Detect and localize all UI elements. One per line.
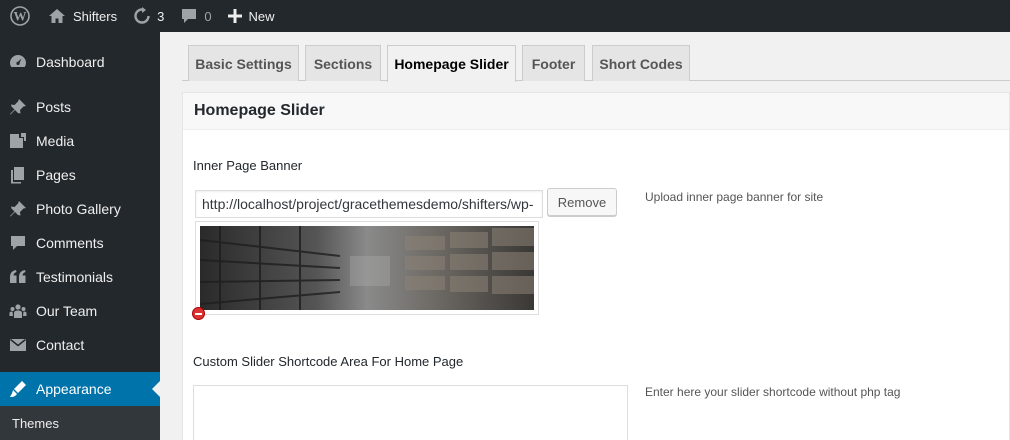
svg-text:W: W	[14, 9, 27, 24]
site-name: Shifters	[73, 8, 118, 24]
banner-image	[199, 226, 534, 310]
menu-label: Contact	[36, 337, 85, 353]
menu-testimonials[interactable]: Testimonials	[0, 260, 160, 294]
brush-icon	[0, 379, 36, 399]
menu-label: Dashboard	[36, 54, 105, 70]
pin-icon	[0, 97, 36, 117]
shortcode-textarea[interactable]	[193, 385, 628, 440]
updates-count: 3	[157, 8, 165, 24]
settings-tabs: Basic Settings Sections Homepage Slider …	[182, 45, 1010, 82]
dashboard-icon	[0, 52, 36, 72]
menu-contact[interactable]: Contact	[0, 328, 160, 362]
admin-sidebar: Dashboard Posts Media Pages Photo Galler…	[0, 32, 160, 440]
shortcode-help-text: Enter here your slider shortcode without…	[645, 385, 901, 399]
menu-label: Testimonials	[36, 269, 114, 285]
menu-label: Posts	[36, 99, 72, 115]
appearance-submenu: Themes	[0, 406, 160, 440]
pin-icon	[0, 199, 36, 219]
updates-icon	[133, 7, 151, 25]
banner-preview	[195, 221, 539, 315]
pages-icon	[0, 165, 36, 185]
email-icon	[0, 335, 36, 355]
menu-label: Our Team	[36, 303, 98, 319]
menu-our-team[interactable]: Our Team	[0, 294, 160, 328]
comment-icon	[0, 233, 36, 253]
updates-link[interactable]: 3	[125, 0, 172, 32]
quote-icon	[0, 267, 36, 287]
panel-title: Homepage Slider	[194, 102, 325, 119]
menu-label: Appearance	[36, 381, 112, 397]
banner-label: Inner Page Banner	[193, 158, 303, 173]
groups-icon	[0, 301, 36, 321]
menu-label: Media	[36, 133, 75, 149]
banner-url-input[interactable]	[195, 190, 543, 218]
tab-footer[interactable]: Footer	[522, 45, 585, 81]
menu-label: Photo Gallery	[36, 201, 121, 217]
banner-help-text: Upload inner page banner for site	[645, 190, 824, 204]
panel-header: Homepage Slider	[183, 93, 1009, 130]
menu-pages[interactable]: Pages	[0, 158, 160, 192]
menu-label: Comments	[36, 235, 104, 251]
tab-sections[interactable]: Sections	[305, 45, 381, 81]
home-icon	[48, 8, 66, 24]
menu-dashboard[interactable]: Dashboard	[0, 45, 160, 79]
new-label: New	[248, 8, 275, 24]
remove-image-icon[interactable]	[192, 307, 205, 320]
tab-short-codes[interactable]: Short Codes	[592, 45, 690, 81]
remove-button[interactable]: Remove	[547, 188, 617, 216]
menu-media[interactable]: Media	[0, 124, 160, 158]
new-content-link[interactable]: New	[220, 0, 283, 32]
menu-posts[interactable]: Posts	[0, 90, 160, 124]
site-name-link[interactable]: Shifters	[40, 0, 125, 32]
media-icon	[0, 131, 36, 151]
menu-appearance[interactable]: Appearance	[0, 372, 160, 406]
comment-bubble-icon	[180, 7, 198, 25]
menu-comments[interactable]: Comments	[0, 226, 160, 260]
shortcode-label: Custom Slider Shortcode Area For Home Pa…	[193, 354, 464, 369]
tab-basic-settings[interactable]: Basic Settings	[188, 45, 299, 81]
homepage-slider-panel: Homepage Slider Inner Page Banner Remove…	[182, 92, 1010, 440]
comments-link[interactable]: 0	[172, 0, 219, 32]
admin-bar: W Shifters 3 0 New	[0, 0, 1010, 32]
tab-homepage-slider[interactable]: Homepage Slider	[387, 45, 516, 82]
wordpress-logo-icon[interactable]: W	[0, 0, 40, 32]
plus-icon	[227, 9, 242, 23]
comments-count: 0	[204, 8, 212, 24]
menu-label: Pages	[36, 167, 76, 183]
submenu-themes[interactable]: Themes	[12, 416, 59, 431]
menu-photo-gallery[interactable]: Photo Gallery	[0, 192, 160, 226]
